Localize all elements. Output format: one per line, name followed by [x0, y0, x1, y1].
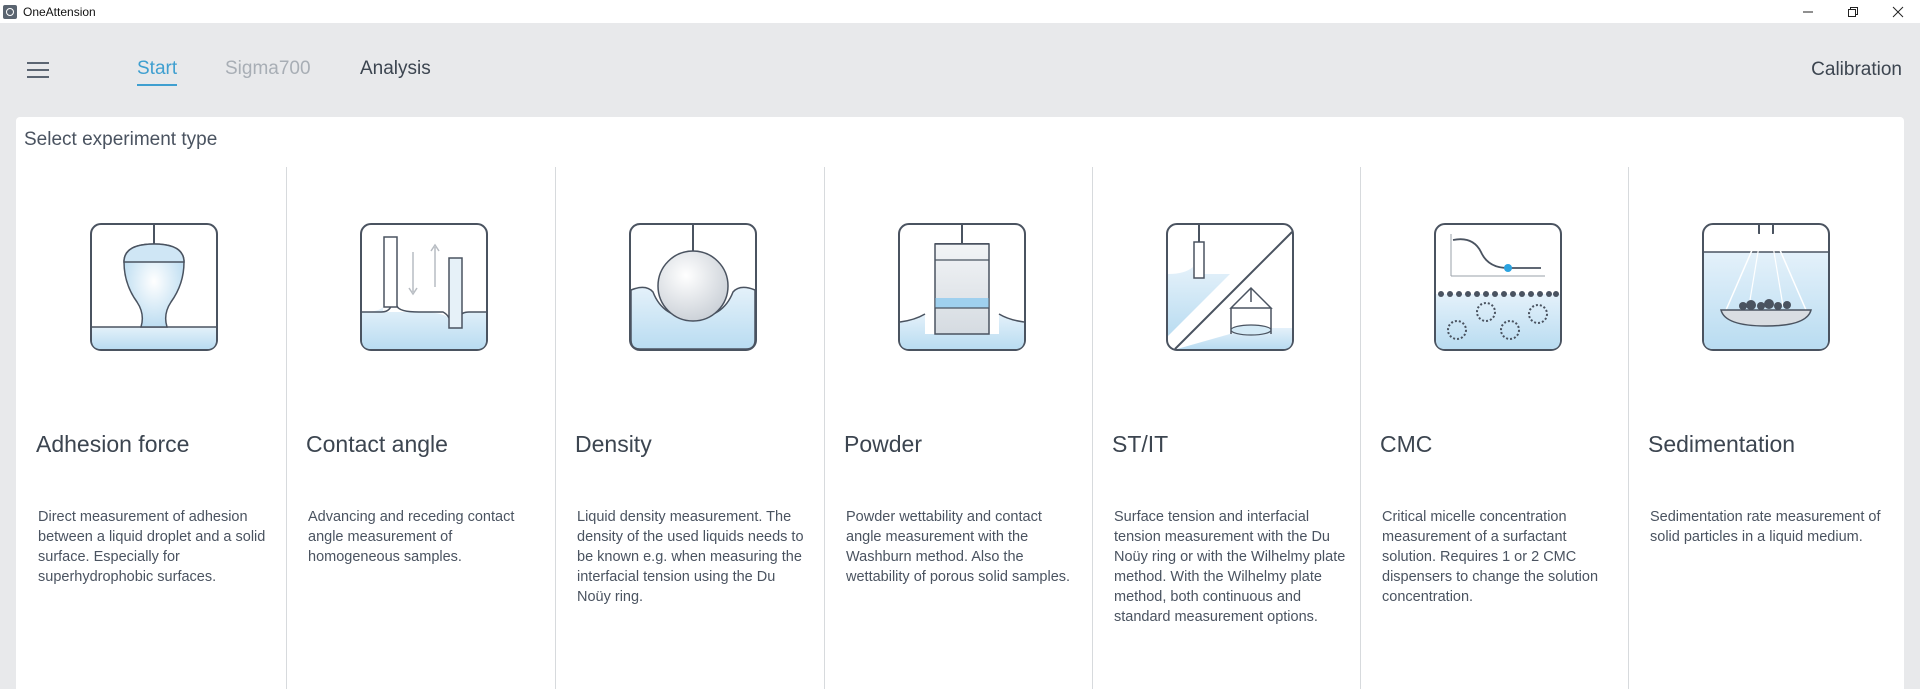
experiment-card-density[interactable]: Density Liquid density measurement. The …	[555, 167, 823, 689]
restore-icon	[1847, 6, 1858, 17]
contact-angle-icon	[360, 223, 488, 351]
title-bar: OneAttension	[0, 0, 1920, 23]
experiment-title: Powder	[844, 431, 922, 457]
experiment-description: Sedimentation rate measurement of solid …	[1650, 509, 1881, 545]
tab-start[interactable]: Start	[137, 58, 178, 86]
experiment-title: CMC	[1380, 431, 1433, 457]
cmc-icon	[1434, 223, 1562, 351]
experiment-title: Sedimentation	[1648, 431, 1796, 457]
experiment-description: Advancing and receding contact angle mea…	[308, 509, 515, 565]
tab-analysis[interactable]: Analysis	[360, 58, 431, 80]
experiment-title: Contact angle	[306, 431, 448, 457]
experiment-title: Density	[575, 431, 652, 457]
experiment-description: Liquid density measurement. The density …	[577, 509, 804, 605]
experiment-card-sedimentation[interactable]: Sedimentation Sedimentation rate measure…	[1628, 167, 1896, 689]
experiment-title: Adhesion force	[36, 431, 190, 457]
tab-sigma700[interactable]: Sigma700	[225, 58, 311, 80]
window-title: OneAttension	[23, 4, 96, 19]
experiment-title: ST/IT	[1112, 431, 1169, 457]
experiment-description: Direct measurement of adhesion between a…	[38, 509, 266, 585]
close-button[interactable]	[1875, 0, 1920, 23]
calibration-link[interactable]: Calibration	[1811, 59, 1902, 81]
experiment-panel: Select experiment type Adhesion force Di…	[16, 117, 1904, 689]
powder-icon	[898, 223, 1026, 351]
close-icon	[1892, 6, 1903, 17]
restore-button[interactable]	[1830, 0, 1875, 23]
experiment-card-powder[interactable]: Powder Powder wettability and contact an…	[824, 167, 1092, 689]
minimize-button[interactable]	[1785, 0, 1830, 23]
window-controls	[1785, 0, 1920, 23]
menu-icon[interactable]	[27, 62, 49, 78]
experiment-card-st-it[interactable]: ST/IT Surface tension and interfacial te…	[1092, 167, 1360, 689]
experiment-card-contact-angle[interactable]: Contact angle Advancing and receding con…	[286, 167, 554, 689]
experiment-description: Powder wettability and contact angle mea…	[846, 509, 1071, 585]
experiment-card-cmc[interactable]: CMC Critical micelle concentration measu…	[1360, 167, 1628, 689]
experiment-description: Surface tension and interfacial tension …	[1114, 509, 1346, 625]
st-it-icon	[1166, 223, 1294, 351]
experiment-description: Critical micelle concentration measureme…	[1382, 509, 1599, 605]
adhesion-force-icon	[90, 223, 218, 351]
top-navigation: Start Sigma700 Analysis Calibration	[0, 23, 1920, 115]
page-title: Select experiment type	[24, 129, 218, 150]
app-logo-icon	[3, 4, 17, 19]
experiment-card-adhesion-force[interactable]: Adhesion force Direct measurement of adh…	[16, 167, 284, 689]
minimize-icon	[1802, 11, 1813, 12]
sedimentation-icon	[1702, 223, 1830, 351]
density-icon	[629, 223, 757, 351]
experiment-cards: Adhesion force Direct measurement of adh…	[16, 167, 1904, 689]
